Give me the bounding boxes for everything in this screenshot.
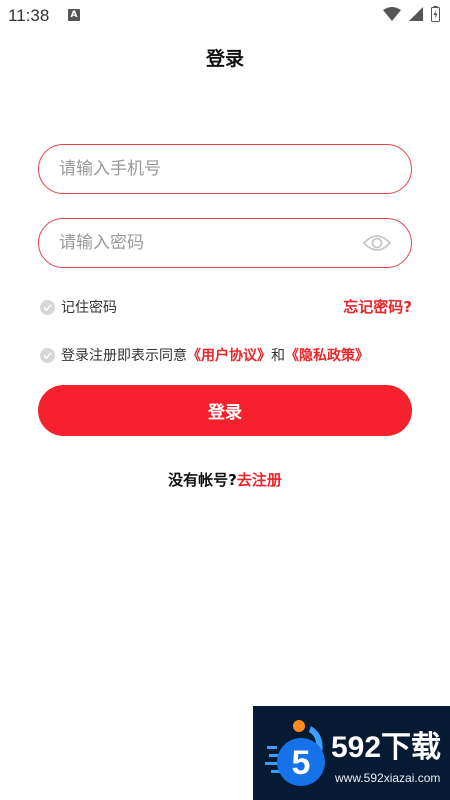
agreement-toggle[interactable]: 登录注册即表示同意 《用户协议》 和 《隐私政策》 — [40, 345, 369, 365]
logo-digit: 5 — [292, 744, 311, 782]
signal-icon — [409, 7, 423, 21]
login-button[interactable]: 登录 — [38, 385, 412, 436]
remember-password-label: 记住密码 — [61, 300, 117, 316]
battery-icon — [431, 6, 440, 22]
wifi-icon — [383, 7, 401, 21]
notification-a-icon: A — [68, 9, 80, 21]
register-link[interactable]: 去注册 — [237, 471, 282, 489]
watermark-url: www.592xiazai.com — [335, 771, 441, 785]
download-site-logo-icon: 5 — [265, 720, 325, 786]
password-field[interactable] — [38, 218, 412, 268]
phone-field[interactable] — [38, 144, 412, 194]
status-time: 11:38 — [8, 6, 50, 25]
page-title: 登录 — [205, 48, 244, 70]
status-bar: 11:38 A — [0, 0, 450, 32]
watermark-title: 592下载 — [331, 731, 442, 764]
check-icon[interactable] — [40, 347, 55, 363]
agreement-and: 和 — [271, 348, 285, 364]
phone-input[interactable] — [59, 159, 391, 179]
remember-password-toggle[interactable]: 记住密码 — [40, 297, 117, 317]
register-row: 没有帐号?去注册 — [0, 469, 450, 490]
forgot-password-link[interactable]: 忘记密码? — [343, 296, 412, 317]
privacy-policy-link[interactable]: 《隐私政策》 — [285, 345, 369, 365]
agreement-prefix: 登录注册即表示同意 — [61, 348, 187, 364]
show-password-eye-icon[interactable] — [363, 233, 391, 253]
watermark-badge: 5 592下载 www.592xiazai.com — [253, 706, 450, 800]
password-input[interactable] — [59, 233, 363, 253]
no-account-text: 没有帐号? — [168, 471, 237, 489]
user-agreement-link[interactable]: 《用户协议》 — [187, 345, 271, 365]
check-icon[interactable] — [40, 299, 55, 315]
status-icons — [383, 6, 440, 22]
